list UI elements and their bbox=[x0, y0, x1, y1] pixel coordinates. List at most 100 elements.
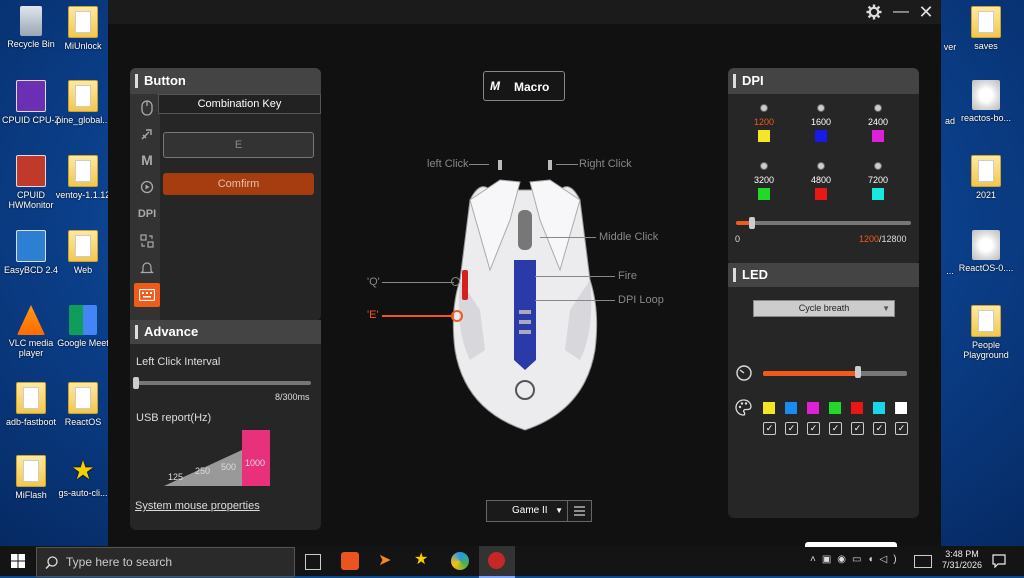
mouse-software-taskbar-button[interactable] bbox=[479, 546, 515, 578]
mouse-icon[interactable] bbox=[134, 96, 160, 120]
dpi-slider[interactable] bbox=[736, 221, 911, 225]
macro-button[interactable]: M Macro bbox=[483, 71, 565, 101]
desktop-icon[interactable]: MiUnlock bbox=[52, 6, 114, 51]
led-color-checkbox[interactable]: ✓ bbox=[763, 422, 776, 435]
left-click-interval-knob[interactable] bbox=[133, 377, 139, 389]
led-color-checkbox[interactable]: ✓ bbox=[829, 422, 842, 435]
ubuntu-app-icon[interactable] bbox=[341, 552, 359, 570]
led-color-checkbox[interactable]: ✓ bbox=[807, 422, 820, 435]
clock-date: 7/31/2026 bbox=[941, 560, 983, 570]
middle-click-line bbox=[540, 237, 596, 238]
left-click-line bbox=[469, 164, 489, 165]
desktop-icon[interactable]: reactos-bo... bbox=[955, 80, 1017, 123]
dpi-color-swatch[interactable] bbox=[758, 188, 770, 200]
fire-label: Fire bbox=[618, 270, 637, 282]
desktop-icon[interactable]: pine_global... bbox=[52, 80, 114, 125]
dpi-level-4800[interactable]: 4800 bbox=[801, 162, 841, 200]
dpi-slider-knob[interactable] bbox=[749, 217, 756, 229]
led-speed-knob[interactable] bbox=[855, 366, 862, 378]
dpi-level-3200[interactable]: 3200 bbox=[744, 162, 784, 200]
dpi-radio[interactable] bbox=[817, 104, 825, 112]
brave-app-icon[interactable]: ➤ bbox=[378, 552, 396, 570]
dpi-value: 1200 bbox=[753, 117, 775, 127]
led-color-swatch[interactable] bbox=[873, 402, 885, 414]
disc-icon bbox=[972, 230, 1000, 260]
dpi-radio[interactable] bbox=[874, 162, 882, 170]
desktop-icon[interactable]: ventoy-1.1.12 bbox=[52, 155, 114, 200]
switch-icon[interactable] bbox=[134, 229, 160, 253]
desktop-icon[interactable]: 2021 bbox=[955, 155, 1017, 200]
desktop-icon[interactable]: ★ gs-auto-cli... bbox=[52, 455, 114, 498]
dpi-slider-min: 0 bbox=[735, 234, 741, 244]
desktop-icon[interactable]: ReactOS bbox=[52, 382, 114, 427]
e-key-line bbox=[382, 315, 454, 317]
key-input[interactable]: E bbox=[163, 132, 314, 158]
desktop-icon-label: reactos-bo... bbox=[960, 113, 1012, 123]
windows-start-icon[interactable] bbox=[11, 554, 25, 568]
media-icon[interactable] bbox=[134, 175, 160, 199]
settings-icon[interactable] bbox=[862, 1, 886, 23]
desktop-icon[interactable]: saves bbox=[955, 6, 1017, 51]
star-app-icon[interactable]: ★ bbox=[414, 551, 432, 569]
system-mouse-properties-link[interactable]: System mouse properties bbox=[135, 500, 260, 512]
led-color-swatch[interactable] bbox=[763, 402, 775, 414]
q-key-marker[interactable] bbox=[451, 277, 460, 286]
chevron-down-icon: ▼ bbox=[555, 506, 563, 515]
led-color-swatch[interactable] bbox=[807, 402, 819, 414]
dpi-color-swatch[interactable] bbox=[815, 130, 827, 142]
clock[interactable]: 3:48 PM 7/31/2026 bbox=[937, 549, 987, 571]
led-color-checkbox[interactable]: ✓ bbox=[785, 422, 798, 435]
dpi-level-1600[interactable]: 1600 bbox=[801, 104, 841, 142]
desktop-icon[interactable]: People Playground bbox=[955, 305, 1017, 360]
confirm-button[interactable]: Comfirm bbox=[163, 173, 314, 195]
task-view-icon[interactable] bbox=[305, 554, 321, 570]
led-color-swatch[interactable] bbox=[895, 402, 907, 414]
dpi-icon[interactable]: DPI bbox=[134, 202, 160, 226]
dpi-level-2400[interactable]: 2400 bbox=[858, 104, 898, 142]
led-color-swatch[interactable] bbox=[785, 402, 797, 414]
notifications-icon[interactable] bbox=[992, 554, 1006, 568]
dpi-color-swatch[interactable] bbox=[758, 130, 770, 142]
minimize-button[interactable]: — bbox=[889, 1, 913, 23]
fire-icon[interactable] bbox=[134, 122, 160, 146]
rate-125[interactable]: 125 bbox=[168, 472, 183, 482]
advance-panel-title: Advance bbox=[130, 320, 321, 344]
led-color-swatch[interactable] bbox=[851, 402, 863, 414]
desktop-icon[interactable]: Web bbox=[52, 230, 114, 275]
left-click-interval-slider[interactable] bbox=[136, 381, 311, 385]
bell-icon[interactable] bbox=[134, 256, 160, 280]
dpi-radio[interactable] bbox=[817, 162, 825, 170]
close-button[interactable]: ✕ bbox=[914, 1, 938, 23]
system-tray-icons[interactable]: ˄▣◉▭◖◁) bbox=[810, 554, 910, 568]
dpi-color-swatch[interactable] bbox=[872, 130, 884, 142]
desktop-icon[interactable]: Google Meet bbox=[52, 305, 114, 348]
desktop-icon[interactable]: ReactOS-0.... bbox=[955, 230, 1017, 273]
led-color-checkbox[interactable]: ✓ bbox=[873, 422, 886, 435]
taskbar-search-box[interactable]: Type here to search bbox=[36, 547, 295, 577]
led-color-checkbox[interactable]: ✓ bbox=[851, 422, 864, 435]
dpi-level-7200[interactable]: 7200 bbox=[858, 162, 898, 200]
led-color-checkbox[interactable]: ✓ bbox=[895, 422, 908, 435]
rate-500[interactable]: 500 bbox=[221, 462, 236, 472]
led-color-swatch[interactable] bbox=[829, 402, 841, 414]
dpi-radio[interactable] bbox=[874, 104, 882, 112]
dpi-radio[interactable] bbox=[760, 162, 768, 170]
led-mode-select[interactable]: Cycle breath ▼ bbox=[753, 300, 895, 317]
e-key-marker[interactable] bbox=[451, 310, 463, 322]
dpi-color-swatch[interactable] bbox=[872, 188, 884, 200]
dpi-color-swatch[interactable] bbox=[815, 188, 827, 200]
folder-icon bbox=[68, 382, 98, 414]
led-panel-title: LED bbox=[728, 263, 919, 287]
dpi-panel: DPI 1200 1600 2400 3200 4800 7200 0 1200/1280… bbox=[728, 68, 919, 265]
keyboard-tray-icon[interactable] bbox=[914, 555, 932, 568]
rate-1000[interactable]: 1000 bbox=[245, 458, 265, 468]
dpi-radio[interactable] bbox=[760, 104, 768, 112]
rate-250[interactable]: 250 bbox=[195, 466, 210, 476]
edge-app-icon[interactable] bbox=[451, 552, 469, 570]
profile-menu-button[interactable] bbox=[567, 500, 592, 522]
dpi-level-1200[interactable]: 1200 bbox=[744, 104, 784, 142]
profile-select[interactable]: Game II ▼ bbox=[486, 500, 568, 522]
macro-icon[interactable]: M bbox=[134, 148, 160, 172]
keyboard-icon[interactable] bbox=[134, 283, 160, 307]
folder-icon bbox=[971, 6, 1001, 38]
